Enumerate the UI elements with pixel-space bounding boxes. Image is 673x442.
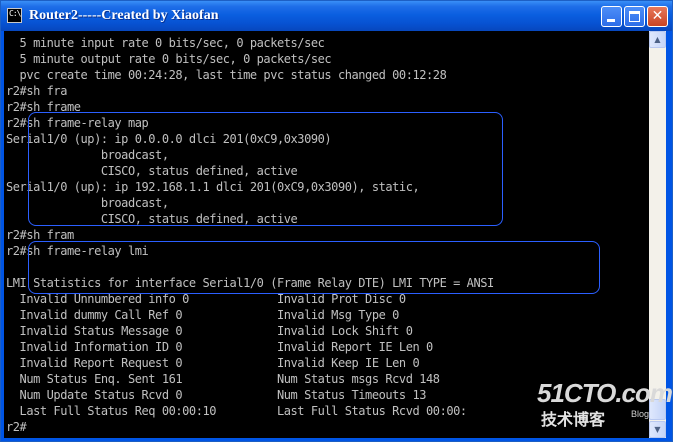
console-line: 5 minute input rate 0 bits/sec, 0 packet… <box>6 36 325 50</box>
close-button[interactable]: ✕ <box>647 6 668 27</box>
console-line: Invalid Status Message 0 Invalid Lock Sh… <box>6 324 413 338</box>
frame-relay-lmi-highlight <box>28 241 600 294</box>
scroll-up-button[interactable]: ▲ <box>649 31 666 48</box>
console-line: Invalid Information ID 0 Invalid Report … <box>6 340 434 354</box>
console-line: pvc create time 00:24:28, last time pvc … <box>6 68 447 82</box>
watermark-logo-text: 51CTO.com <box>537 378 673 408</box>
console-line: Num Status Enq. Sent 161 Num Status msgs… <box>6 372 440 386</box>
minimize-icon <box>607 19 615 22</box>
console-line: Num Update Status Rcvd 0 Num Status Time… <box>6 388 427 402</box>
watermark-chinese-text: 技术博客 <box>541 410 606 429</box>
console-output[interactable]: 5 minute input rate 0 bits/sec, 0 packet… <box>4 31 649 438</box>
console-line: r2#sh fra <box>6 84 67 98</box>
console-line: Invalid Report Request 0 Invalid Keep IE… <box>6 356 420 370</box>
vertical-scrollbar[interactable]: ▲ ▼ <box>649 31 666 438</box>
console-line: Invalid dummy Call Ref 0 Invalid Msg Typ… <box>6 308 400 322</box>
console-window: C:\ Router2-----Created by Xiaofan ✕ 5 m… <box>0 0 673 442</box>
watermark: 51CTO.com 技术博客 Blog <box>537 379 672 437</box>
maximize-icon <box>629 11 640 22</box>
cmd-icon-glyph: C:\ <box>9 9 21 18</box>
minimize-button[interactable] <box>601 6 622 27</box>
console-line: Last Full Status Req 00:00:10 Last Full … <box>6 404 468 418</box>
frame-relay-map-highlight <box>28 112 503 226</box>
window-title: Router2-----Created by Xiaofan <box>29 8 219 23</box>
cmd-icon[interactable]: C:\ <box>7 8 22 23</box>
watermark-blog-text: Blog <box>631 409 650 419</box>
close-icon: ✕ <box>651 8 664 24</box>
console-line: 5 minute output rate 0 bits/sec, 0 packe… <box>6 52 332 66</box>
title-bar[interactable]: C:\ Router2-----Created by Xiaofan ✕ <box>1 1 672 31</box>
maximize-button[interactable] <box>624 6 645 27</box>
console-line: r2# <box>6 420 27 434</box>
